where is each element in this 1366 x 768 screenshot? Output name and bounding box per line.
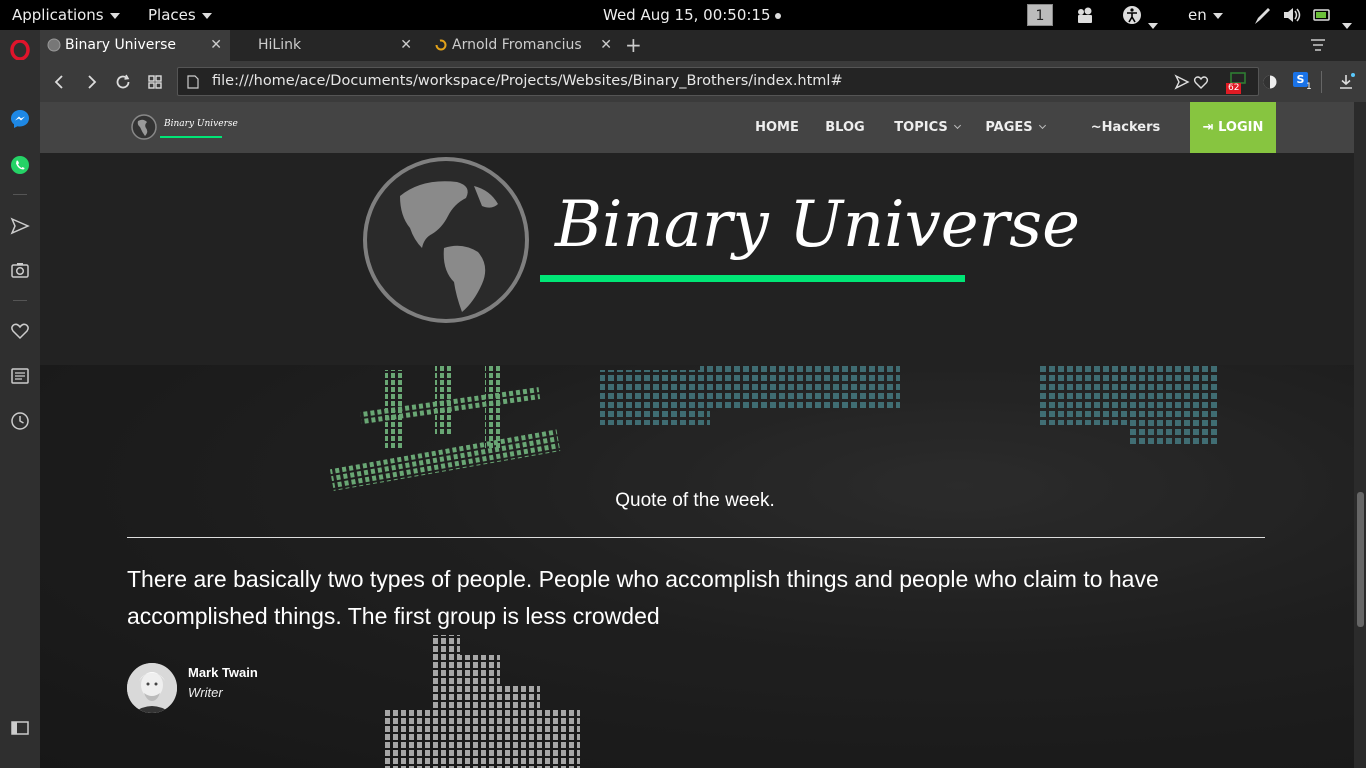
nav-pages-label: PAGES: [985, 120, 1033, 135]
nav-topics-label: TOPICS: [894, 120, 948, 135]
opera-logo-icon[interactable]: [10, 40, 30, 60]
author-avatar: [127, 663, 177, 713]
author-name: Mark Twain: [188, 665, 258, 680]
tab-hilink[interactable]: HiLink ✕: [230, 30, 420, 61]
address-toolbar: file:///home/ace/Documents/workspace/Pro…: [40, 61, 1366, 102]
globe-favicon-icon: [47, 38, 61, 52]
download-icon[interactable]: [1337, 73, 1355, 91]
tab-arnold-fromancius[interactable]: Arnold Fromancius ✕: [430, 30, 620, 61]
site-navbar: Binary Universe HOME BLOG TOPICS PAGES ~…: [40, 102, 1354, 186]
video-icon[interactable]: [1076, 0, 1096, 30]
globe-emblem-icon: [363, 157, 529, 323]
speed-dial-icon[interactable]: [146, 73, 164, 91]
forward-icon[interactable]: [82, 73, 100, 91]
history-icon[interactable]: [10, 411, 30, 431]
language-menu[interactable]: en: [1188, 0, 1223, 30]
nav-blog[interactable]: BLOG: [815, 102, 875, 153]
close-tab-icon[interactable]: ✕: [210, 30, 222, 61]
web-page: Binary Universe HOME BLOG TOPICS PAGES ~…: [40, 102, 1366, 768]
accessibility-menu[interactable]: [1122, 0, 1158, 30]
places-menu[interactable]: Places: [148, 0, 212, 30]
new-tab-button[interactable]: +: [625, 30, 649, 61]
nav-home-label: HOME: [755, 120, 799, 135]
logo-text: Binary Universe: [164, 119, 238, 129]
nav-blog-label: BLOG: [825, 120, 865, 135]
brand-title: Binary Universe: [555, 188, 1080, 262]
pen-icon[interactable]: [1252, 0, 1272, 30]
badge-count: 62: [1226, 83, 1242, 94]
chevron-down-icon: [1038, 121, 1046, 130]
author-role: Writer: [188, 685, 223, 700]
applications-label: Applications: [12, 6, 104, 24]
clock[interactable]: Wed Aug 15, 00:50:15: [603, 0, 781, 30]
divider: [127, 537, 1265, 538]
tab-label: Arnold Fromancius: [452, 37, 582, 53]
share-icon[interactable]: [1174, 74, 1190, 90]
clock-label: Wed Aug 15, 00:50:15: [603, 6, 771, 24]
nav-pages[interactable]: PAGES: [980, 102, 1050, 153]
heart-icon[interactable]: [10, 321, 30, 341]
system-top-bar: Applications Places Wed Aug 15, 00:50:15…: [0, 0, 1366, 30]
site-logo[interactable]: Binary Universe: [130, 112, 238, 144]
quote-heading: Quote of the week.: [615, 490, 775, 511]
extension-counter[interactable]: 62: [1226, 72, 1251, 94]
send-icon[interactable]: [10, 216, 30, 236]
tab-menu-icon[interactable]: [1310, 38, 1326, 52]
volume-icon[interactable]: [1282, 0, 1302, 30]
globe-logo-icon: [131, 114, 157, 140]
accessibility-icon: [1123, 6, 1141, 24]
language-label: en: [1188, 6, 1207, 24]
chevron-down-icon: [953, 121, 961, 130]
messenger-icon[interactable]: [10, 109, 30, 129]
ext-count: 1: [1306, 82, 1312, 92]
url-field[interactable]: file:///home/ace/Documents/workspace/Pro…: [177, 67, 1259, 96]
sign-in-icon: ⇥: [1202, 120, 1219, 135]
close-tab-icon[interactable]: ✕: [400, 30, 412, 61]
loading-icon: [435, 39, 447, 51]
page-icon: [187, 75, 199, 89]
extension-s[interactable]: S 1: [1293, 72, 1315, 94]
opera-sidebar: [0, 30, 40, 768]
brand-header: Binary Universe: [40, 153, 1354, 365]
nav-home[interactable]: HOME: [745, 102, 809, 153]
whatsapp-icon[interactable]: [10, 155, 30, 175]
places-label: Places: [148, 6, 196, 24]
workspace-indicator[interactable]: 1: [1027, 4, 1053, 26]
dark-mode-icon[interactable]: [1262, 74, 1278, 90]
page-scrollbar[interactable]: [1354, 102, 1366, 768]
camera-icon[interactable]: [10, 260, 30, 280]
tab-bar: Binary Universe ✕ HiLink ✕ Arnold Froman…: [40, 30, 1366, 61]
login-label: LOGIN: [1218, 120, 1264, 135]
nav-hackers-lair[interactable]: ~Hackers LaiR~: [1068, 102, 1183, 186]
bookmark-heart-icon[interactable]: [1193, 74, 1209, 90]
scrollbar-thumb[interactable]: [1357, 492, 1364, 627]
brand-underline: [540, 275, 965, 282]
applications-menu[interactable]: Applications: [12, 0, 120, 30]
login-button[interactable]: ⇥ LOGIN: [1190, 102, 1276, 153]
tab-label: Binary Universe: [65, 37, 177, 53]
sidebar-toggle-icon[interactable]: [10, 718, 30, 738]
url-text: file:///home/ace/Documents/workspace/Pro…: [212, 73, 843, 89]
news-icon[interactable]: [10, 366, 30, 386]
quote-text: There are basically two types of people.…: [127, 566, 1159, 629]
tab-label: HiLink: [258, 37, 302, 53]
nav-topics[interactable]: TOPICS: [887, 102, 967, 153]
back-icon[interactable]: [51, 73, 69, 91]
close-tab-icon[interactable]: ✕: [600, 30, 612, 61]
tab-binary-universe[interactable]: Binary Universe ✕: [40, 30, 230, 61]
battery-icon[interactable]: [1312, 0, 1352, 30]
quote-section: Quote of the week. There are basically t…: [40, 365, 1354, 768]
reload-icon[interactable]: [114, 73, 132, 91]
